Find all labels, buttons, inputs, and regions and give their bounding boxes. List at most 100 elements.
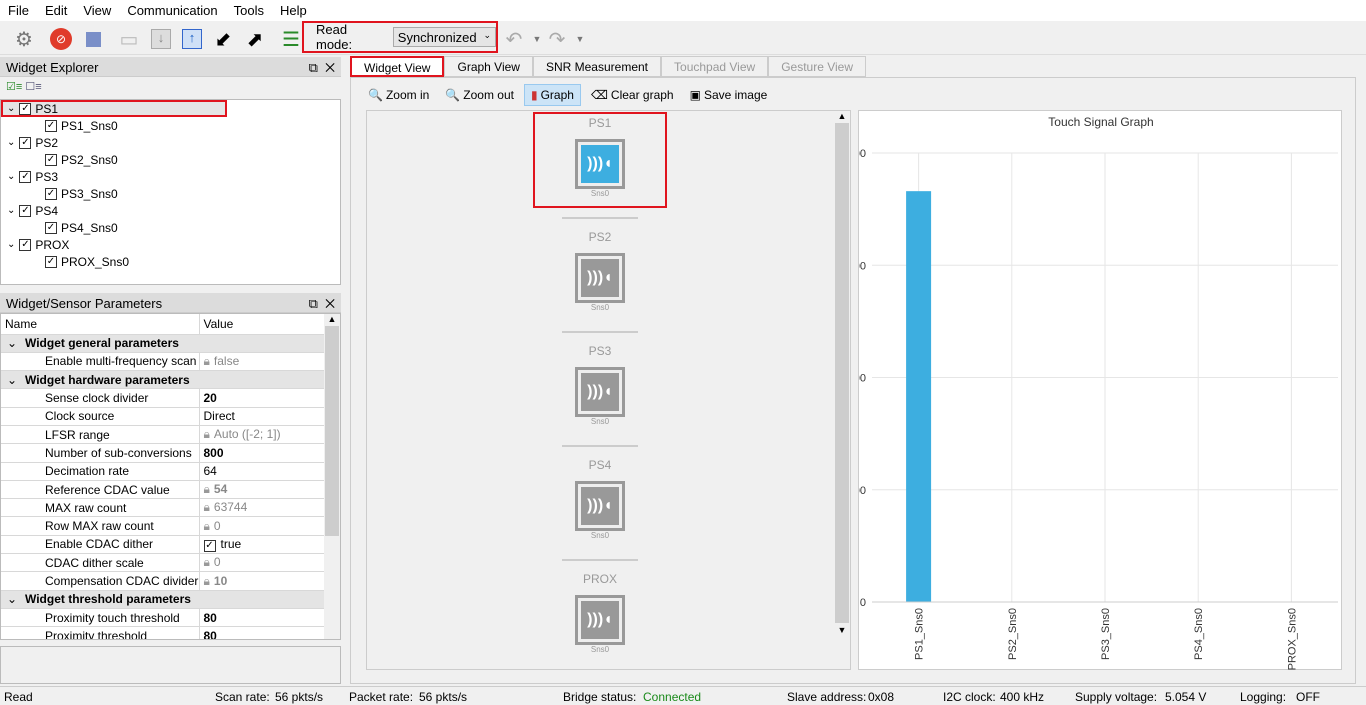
- tree-widget-ps2[interactable]: ⌄ ✓ PS2: [1, 134, 340, 151]
- menu-view[interactable]: View: [75, 0, 119, 21]
- check-all-icon[interactable]: ☑≡: [6, 81, 22, 93]
- read-mode-select[interactable]: Synchronized ⌄: [392, 27, 496, 47]
- param-value-cell[interactable]: 80: [199, 608, 324, 628]
- scroll-up-icon[interactable]: ▲: [834, 111, 850, 121]
- redo-icon[interactable]: ↷: [545, 27, 569, 51]
- param-row[interactable]: Compensation CDAC divider 🔒︎ 10: [1, 571, 324, 591]
- tree-widget-ps4[interactable]: ⌄ ✓ PS4: [1, 202, 340, 219]
- param-row[interactable]: Enable multi-frequency scan 🔒︎ false: [1, 352, 324, 372]
- scroll-down-icon[interactable]: ▼: [834, 625, 850, 635]
- params-scrollbar[interactable]: ▲: [324, 314, 340, 639]
- param-group[interactable]: ⌄ Widget threshold parameters: [1, 590, 324, 609]
- close-icon[interactable]: ✕: [325, 60, 335, 75]
- sensor-checkbox[interactable]: ✓: [45, 119, 57, 132]
- sensor-checkbox[interactable]: ✓: [45, 153, 57, 166]
- param-row[interactable]: Sense clock divider 20: [1, 388, 324, 408]
- param-value-cell[interactable]: 800: [199, 443, 324, 463]
- menu-help[interactable]: Help: [272, 0, 315, 21]
- checkbox[interactable]: ✓: [203, 539, 216, 552]
- download-icon[interactable]: ↓: [151, 29, 171, 49]
- widget-ps1[interactable]: PS1)))◖ Sns0: [533, 112, 667, 208]
- export-icon[interactable]: ⬈: [243, 27, 267, 51]
- log-icon[interactable]: ☰: [279, 27, 303, 51]
- param-row[interactable]: Decimation rate 64: [1, 462, 324, 481]
- save-image-button[interactable]: ▣ Save image: [684, 85, 774, 105]
- tree-sensor-ps3_sns0[interactable]: ✓ PS3_Sns0: [1, 185, 340, 202]
- tree-widget-ps1[interactable]: ⌄ ✓ PS1: [1, 100, 227, 117]
- import-icon[interactable]: ⬋: [211, 27, 235, 51]
- tree-sensor-ps2_sns0[interactable]: ✓ PS2_Sns0: [1, 151, 340, 168]
- menu-file[interactable]: File: [0, 0, 37, 21]
- graph-button[interactable]: ▮ Graph: [523, 84, 581, 106]
- stop-icon[interactable]: [85, 31, 101, 47]
- column-name[interactable]: Name: [1, 314, 200, 335]
- widget-checkbox[interactable]: ✓: [19, 136, 32, 149]
- collapse-chevron-icon[interactable]: ⌄: [7, 336, 17, 350]
- proximity-sensor-icon[interactable]: )))◖: [575, 367, 625, 417]
- widget-prox[interactable]: PROX)))◖ Sns0: [533, 570, 667, 654]
- widget-checkbox[interactable]: ✓: [19, 102, 32, 115]
- clear-graph-button[interactable]: ⌫ Clear graph: [585, 85, 680, 105]
- param-row[interactable]: Row MAX raw count 🔒︎ 0: [1, 516, 324, 536]
- tab-snr-measurement[interactable]: SNR Measurement: [532, 56, 662, 77]
- uncheck-all-icon[interactable]: ☐≡: [25, 81, 41, 93]
- proximity-sensor-icon[interactable]: )))◖: [575, 139, 625, 189]
- collapse-chevron-icon[interactable]: ⌄: [7, 592, 17, 606]
- collapse-chevron-icon[interactable]: ⌄: [7, 373, 17, 387]
- param-group[interactable]: ⌄ Widget hardware parameters: [1, 370, 324, 390]
- upload-icon[interactable]: ↑: [182, 29, 202, 49]
- widget-checkbox[interactable]: ✓: [19, 170, 32, 183]
- undo-icon[interactable]: ↶: [502, 27, 526, 51]
- param-row[interactable]: Reference CDAC value 🔒︎ 54: [1, 480, 324, 500]
- menu-tools[interactable]: Tools: [226, 0, 272, 21]
- param-value-cell[interactable]: ✓ true: [199, 535, 324, 555]
- scroll-thumb[interactable]: [835, 123, 849, 623]
- param-row[interactable]: Number of sub-conversions 800: [1, 443, 324, 463]
- redo-dropdown-icon[interactable]: ▼: [568, 27, 592, 51]
- param-value-cell[interactable]: 20: [199, 388, 324, 408]
- sensor-checkbox[interactable]: ✓: [45, 221, 57, 234]
- widget-ps2[interactable]: PS2)))◖ Sns0: [533, 228, 667, 312]
- expand-chevron-icon[interactable]: ⌄: [7, 239, 15, 250]
- param-value-cell[interactable]: Direct: [199, 407, 324, 426]
- param-row[interactable]: Clock source Direct: [1, 407, 324, 426]
- zoom-in-button[interactable]: 🔍 Zoom in: [362, 85, 435, 105]
- param-value-cell[interactable]: 64: [199, 462, 324, 481]
- tree-sensor-prox_sns0[interactable]: ✓ PROX_Sns0: [1, 253, 340, 270]
- scroll-thumb[interactable]: [325, 326, 339, 536]
- float-icon[interactable]: ⧉: [309, 296, 318, 311]
- widget-checkbox[interactable]: ✓: [19, 204, 32, 217]
- param-row[interactable]: MAX raw count 🔒︎ 63744: [1, 498, 324, 518]
- float-icon[interactable]: ⧉: [309, 60, 318, 75]
- param-row[interactable]: LFSR range 🔒︎ Auto ([-2; 1]): [1, 425, 324, 445]
- tree-sensor-ps1_sns0[interactable]: ✓ PS1_Sns0: [1, 117, 340, 134]
- expand-chevron-icon[interactable]: ⌄: [7, 171, 15, 182]
- tree-widget-ps3[interactable]: ⌄ ✓ PS3: [1, 168, 340, 185]
- sensor-checkbox[interactable]: ✓: [45, 255, 57, 268]
- expand-chevron-icon[interactable]: ⌄: [7, 205, 15, 216]
- expand-chevron-icon[interactable]: ⌄: [7, 137, 15, 148]
- param-group[interactable]: ⌄ Widget general parameters: [1, 334, 324, 353]
- proximity-sensor-icon[interactable]: )))◖: [575, 481, 625, 531]
- param-value-cell[interactable]: 80: [199, 626, 324, 639]
- param-row[interactable]: Enable CDAC dither ✓ true: [1, 535, 324, 555]
- sensor-checkbox[interactable]: ✓: [45, 187, 57, 200]
- widget-checkbox[interactable]: ✓: [19, 238, 32, 251]
- close-icon[interactable]: ✕: [325, 296, 335, 311]
- menu-edit[interactable]: Edit: [37, 0, 75, 21]
- proximity-sensor-icon[interactable]: )))◖: [575, 253, 625, 303]
- scroll-up-icon[interactable]: ▲: [324, 314, 340, 324]
- tab-graph-view[interactable]: Graph View: [444, 56, 533, 77]
- zoom-out-button[interactable]: 🔍 Zoom out: [439, 85, 520, 105]
- settings-gear-icon[interactable]: ⚙: [12, 27, 36, 51]
- tab-widget-view[interactable]: Widget View: [350, 56, 445, 77]
- disconnect-icon[interactable]: ⊘: [50, 28, 72, 50]
- proximity-sensor-icon[interactable]: )))◖: [575, 595, 625, 645]
- widget-ps4[interactable]: PS4)))◖ Sns0: [533, 456, 667, 540]
- expand-chevron-icon[interactable]: ⌄: [7, 103, 15, 114]
- tree-sensor-ps4_sns0[interactable]: ✓ PS4_Sns0: [1, 219, 340, 236]
- menu-communication[interactable]: Communication: [119, 0, 225, 21]
- widget-ps3[interactable]: PS3)))◖ Sns0: [533, 342, 667, 426]
- param-row[interactable]: Proximity touch threshold 80: [1, 608, 324, 628]
- param-row[interactable]: CDAC dither scale 🔒︎ 0: [1, 553, 324, 573]
